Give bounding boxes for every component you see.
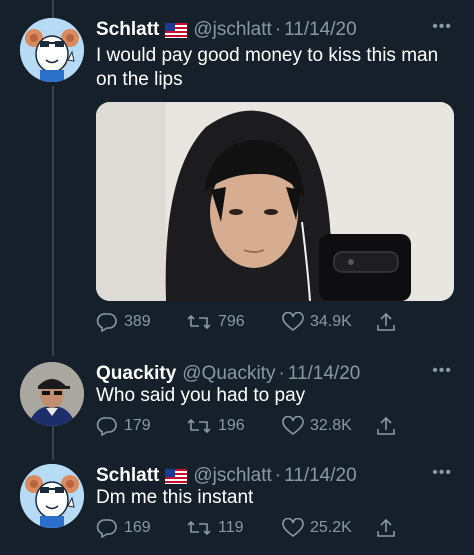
tweet-text-line-1: Dm me this instant xyxy=(96,487,254,508)
schlatt-avatar[interactable] xyxy=(20,18,84,82)
separator: · xyxy=(274,465,282,486)
schlatt-avatar[interactable] xyxy=(20,464,84,528)
heart-icon xyxy=(282,416,304,436)
separator: · xyxy=(278,363,285,384)
tweet-3[interactable]: Schlatt @jschlatt · 11/14/20 ••• Dm me thi… xyxy=(0,464,474,548)
share-icon xyxy=(377,518,395,537)
timestamp[interactable]: 11/14/20 xyxy=(284,19,357,40)
share-button[interactable] xyxy=(376,416,402,436)
reply-icon xyxy=(96,417,117,436)
ram-cartoon-icon xyxy=(20,18,84,82)
retweet-button[interactable]: 796 xyxy=(186,312,245,332)
retweet-count: 796 xyxy=(218,313,245,330)
tweet-text-line-1: Who said you had to pay xyxy=(96,385,306,406)
like-button[interactable]: 32.8K xyxy=(282,416,352,436)
share-button[interactable] xyxy=(376,518,402,538)
like-count: 32.8K xyxy=(310,417,352,434)
timestamp[interactable]: 11/14/20 xyxy=(284,465,357,486)
reply-count: 179 xyxy=(124,417,151,434)
reply-icon xyxy=(96,313,117,332)
reply-count: 389 xyxy=(124,313,151,330)
separator: · xyxy=(274,19,282,40)
selfie-photo xyxy=(96,102,454,301)
tweet-header: Quackity @Quackity · 11/14/20 xyxy=(96,362,360,386)
heart-icon xyxy=(282,518,304,538)
retweet-button[interactable]: 196 xyxy=(186,416,245,436)
display-name[interactable]: Schlatt xyxy=(96,465,159,486)
retweet-count: 119 xyxy=(218,519,244,536)
share-button[interactable] xyxy=(376,312,402,332)
tweet-text-line-1: I would pay good money to kiss this man xyxy=(96,45,439,66)
like-button[interactable]: 34.9K xyxy=(282,312,352,332)
reply-button[interactable]: 169 xyxy=(96,518,151,538)
thread-line-top xyxy=(52,0,54,18)
tweet-1[interactable]: Schlatt @jschlatt · 11/14/20 ••• I would p… xyxy=(0,18,474,338)
person-with-cap-icon xyxy=(20,362,84,426)
tweet-header: Schlatt @jschlatt · 11/14/20 xyxy=(96,18,357,45)
tweet-actions: 169 119 25.2K xyxy=(96,518,416,542)
quackity-avatar[interactable] xyxy=(20,362,84,426)
retweet-icon xyxy=(187,418,211,434)
display-name[interactable]: Schlatt xyxy=(96,19,159,40)
tweet-actions: 179 196 32.8K xyxy=(96,416,416,440)
like-count: 25.2K xyxy=(310,519,352,536)
heart-icon xyxy=(282,312,304,332)
tweet-photo[interactable] xyxy=(96,102,454,301)
more-options-icon[interactable]: ••• xyxy=(432,362,452,380)
like-button[interactable]: 25.2K xyxy=(282,518,352,538)
retweet-icon xyxy=(187,520,211,536)
reply-button[interactable]: 179 xyxy=(96,416,151,436)
more-options-icon[interactable]: ••• xyxy=(432,464,452,482)
display-name[interactable]: Quackity xyxy=(96,363,176,384)
ram-cartoon-icon xyxy=(20,464,84,528)
share-icon xyxy=(377,416,395,435)
handle[interactable]: @jschlatt xyxy=(193,465,271,486)
retweet-button[interactable]: 119 xyxy=(186,518,244,538)
share-icon xyxy=(377,312,395,331)
reply-button[interactable]: 389 xyxy=(96,312,151,332)
tweet-2[interactable]: Quackity @Quackity · 11/14/20 ••• Who said … xyxy=(0,362,474,442)
tweet-text-line-2: on the lips xyxy=(96,69,183,90)
timestamp[interactable]: 11/14/20 xyxy=(288,363,361,384)
reply-count: 169 xyxy=(124,519,151,536)
more-options-icon[interactable]: ••• xyxy=(432,18,452,36)
handle[interactable]: @Quackity xyxy=(182,363,275,384)
reply-icon xyxy=(96,519,117,538)
us-flag-icon xyxy=(165,21,188,45)
retweet-count: 196 xyxy=(218,417,245,434)
like-count: 34.9K xyxy=(310,313,352,330)
tweet-actions: 389 796 34.9K xyxy=(96,312,416,336)
handle[interactable]: @jschlatt xyxy=(193,19,271,40)
retweet-icon xyxy=(187,314,211,330)
